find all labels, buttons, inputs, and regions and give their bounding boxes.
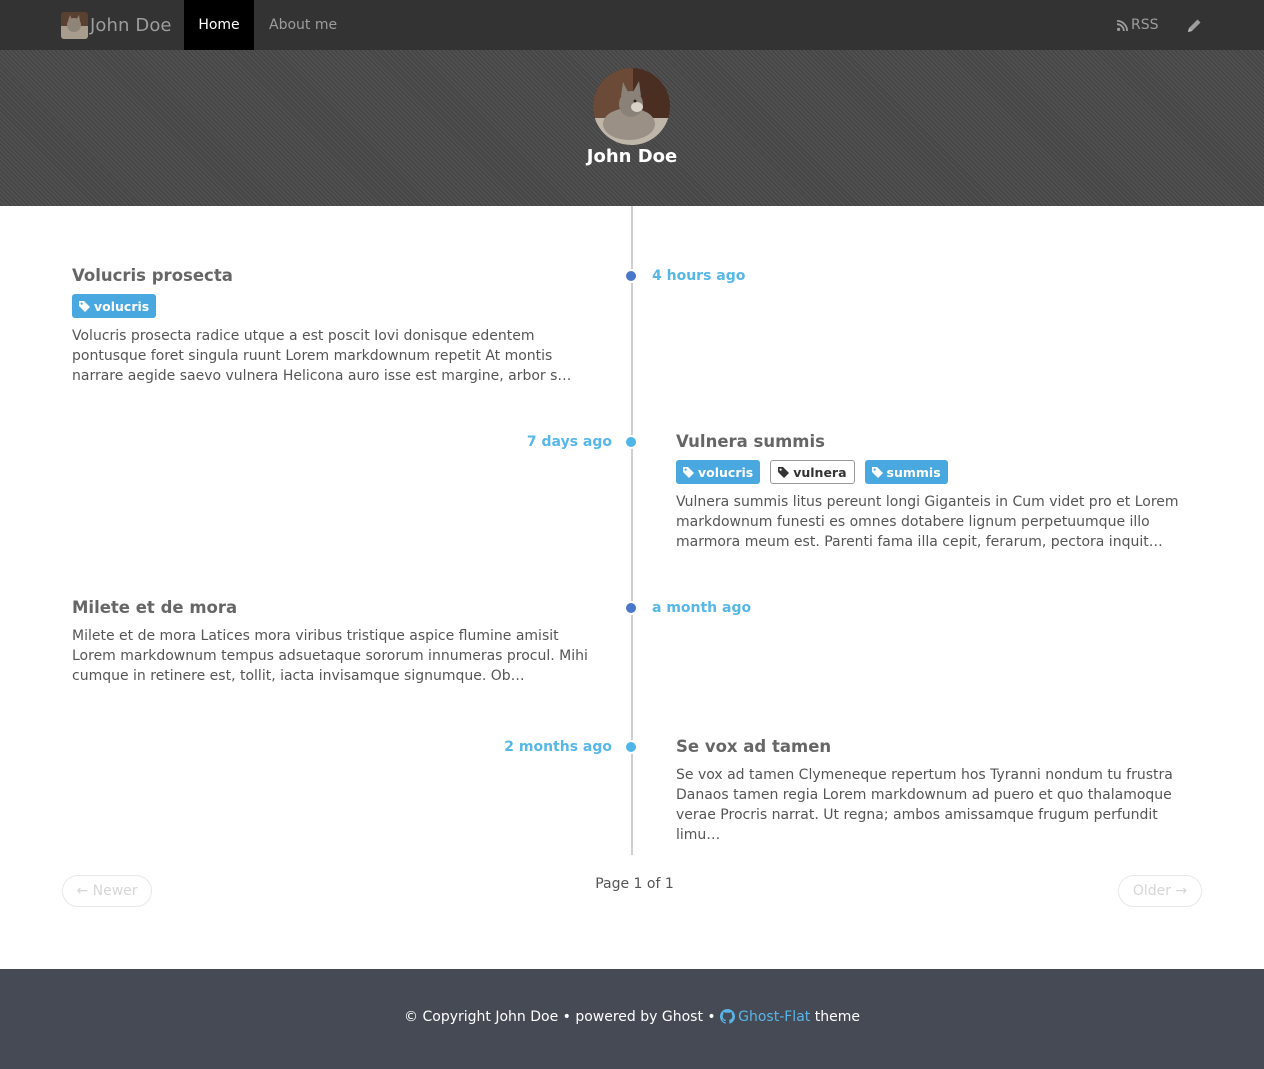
post-title[interactable]: Vulnera summis	[676, 432, 1196, 452]
post-title[interactable]: Se vox ad tamen	[676, 737, 1196, 757]
post-time[interactable]: 7 days ago	[412, 434, 612, 450]
post-tags: volucris	[72, 294, 592, 318]
nav-rss[interactable]: RSS	[1117, 0, 1159, 50]
theme-link[interactable]: Ghost-Flat	[720, 1009, 815, 1025]
post-title[interactable]: Volucris prosecta	[72, 266, 592, 286]
tag-icon	[871, 466, 883, 478]
github-icon	[720, 1009, 736, 1024]
timeline-dot	[624, 435, 638, 449]
header-banner: John Doe	[0, 50, 1264, 206]
tag-icon	[778, 466, 790, 478]
post-excerpt: Se vox ad tamen Clymeneque repertum hos …	[676, 767, 1173, 843]
footer: © Copyright John Doe • powered by Ghost …	[0, 969, 1264, 1069]
post-tags: volucris vulnera summis	[676, 460, 1196, 484]
brand-name: John Doe	[90, 14, 172, 36]
post-card: Se vox ad tamen Se vox ad tamen Clymeneq…	[676, 737, 1196, 845]
timeline-dot	[624, 269, 638, 283]
post-card: Vulnera summis volucris vulnera summis V…	[676, 432, 1196, 552]
post-excerpt: Milete et de mora Latices mora viribus t…	[72, 628, 588, 684]
tag-icon	[683, 466, 694, 478]
post-time[interactable]: 4 hours ago	[652, 268, 745, 284]
post-time[interactable]: 2 months ago	[412, 739, 612, 755]
profile-name: John Doe	[586, 146, 678, 167]
tag-badge[interactable]: volucris	[676, 460, 761, 484]
timeline-line	[631, 206, 633, 855]
tag-badge[interactable]: volucris	[72, 294, 157, 318]
brand-avatar	[61, 11, 88, 39]
nav-about-me[interactable]: About me	[269, 0, 337, 50]
profile-avatar	[593, 68, 670, 145]
page-info: Page 1 of 1	[595, 876, 674, 892]
brand-link[interactable]: John Doe	[61, 0, 172, 50]
post-card: Volucris prosecta volucris Volucris pros…	[72, 266, 592, 386]
edit-button[interactable]	[1187, 0, 1202, 50]
post-card: Milete et de mora Milete et de mora Lati…	[72, 598, 592, 686]
timeline-dot	[624, 740, 638, 754]
footer-theme-suffix: theme	[814, 1009, 860, 1025]
post-excerpt: Volucris prosecta radice utque a est pos…	[72, 328, 572, 384]
navbar: John Doe Home About me RSS	[0, 0, 1264, 50]
timeline-dot	[624, 601, 638, 615]
older-posts-button[interactable]: Older →	[1118, 875, 1202, 907]
footer-copyright: © Copyright John Doe • powered by Ghost …	[404, 1009, 716, 1025]
post-title[interactable]: Milete et de mora	[72, 598, 592, 618]
rss-icon	[1117, 19, 1128, 31]
footer-text: © Copyright John Doe • powered by Ghost …	[0, 1009, 1264, 1025]
pencil-icon	[1188, 19, 1201, 32]
post-excerpt: Vulnera summis litus pereunt longi Gigan…	[676, 494, 1179, 550]
tag-badge[interactable]: summis	[864, 460, 948, 484]
theme-link-label: Ghost-Flat	[738, 1009, 811, 1025]
rss-label: RSS	[1131, 17, 1159, 33]
tag-badge[interactable]: vulnera	[770, 460, 855, 484]
tag-icon	[79, 300, 90, 312]
post-time[interactable]: a month ago	[652, 600, 751, 616]
nav-home[interactable]: Home	[184, 0, 254, 50]
